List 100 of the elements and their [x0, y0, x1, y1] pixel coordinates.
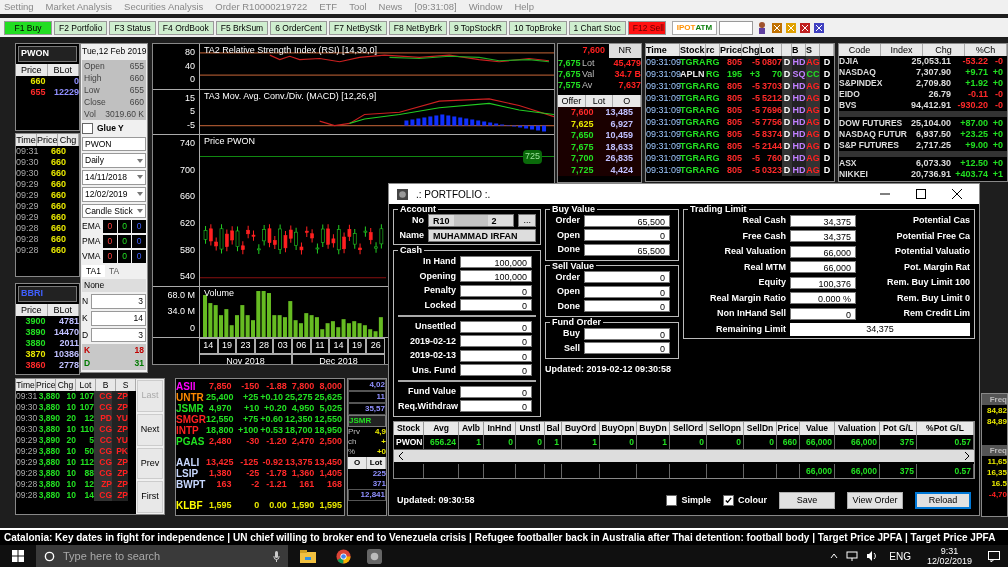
dialog-button[interactable]: Reload	[915, 492, 971, 509]
tool-icon[interactable]	[771, 21, 784, 34]
table-cell: ZP	[94, 479, 112, 490]
table-cell-text: 1,360	[290, 468, 316, 479]
toolbar-button[interactable]: F2 Portfolio	[54, 20, 108, 35]
number-field[interactable]: 3	[91, 327, 146, 343]
toolbar-button[interactable]: 9 TopStockR	[448, 20, 507, 35]
column-header: O	[623, 96, 631, 106]
lot-cell-text: 26,835	[604, 153, 634, 165]
table-cell: 09:31:09	[646, 152, 680, 164]
table-cell: 0323	[760, 164, 782, 176]
search-field[interactable]	[719, 20, 754, 35]
lot-cell-text: 4,424	[609, 164, 634, 176]
nav-button[interactable]: First	[137, 481, 163, 513]
lot-cell-text: 12229	[52, 86, 79, 98]
table-cell: TGRA	[680, 164, 706, 176]
dialog-button[interactable]: Save	[779, 492, 835, 509]
index-change: +9.00	[964, 140, 988, 151]
horizontal-scrollbar[interactable]	[394, 450, 974, 462]
table-cell-text: -30	[245, 436, 261, 447]
nav-button[interactable]: Next	[137, 413, 163, 446]
network-icon[interactable]	[846, 551, 859, 561]
checkbox[interactable]	[666, 495, 678, 506]
folder-icon[interactable]	[300, 549, 316, 563]
microphone-icon[interactable]	[273, 550, 280, 562]
index-percent: -0	[994, 56, 1004, 67]
field-label: Non InHand Sell	[716, 307, 786, 320]
account-number: 2	[491, 215, 497, 227]
account-dropdown[interactable]: R10 2	[428, 214, 515, 228]
nav-button[interactable]: Prev	[137, 447, 163, 480]
field-label: Prv	[348, 427, 360, 437]
number-field[interactable]: 3	[91, 294, 146, 309]
nr-button[interactable]: NR	[609, 44, 641, 58]
field-label: D	[84, 357, 91, 370]
chevron-up-icon[interactable]	[830, 553, 839, 559]
table-cell-text: 10	[65, 402, 76, 413]
stock-code: JSMR	[176, 403, 205, 414]
field-label: 2019-02-13	[408, 349, 456, 362]
field-label: Done	[556, 243, 580, 256]
axis-tick: 34.0 M	[167, 305, 195, 319]
table-cell-text: 0.00	[268, 500, 288, 511]
lot-cell-text: 13,485	[604, 107, 634, 119]
toolbar-button[interactable]: F1 Buy	[4, 20, 52, 35]
number-field[interactable]: 14	[91, 310, 146, 326]
value-field: 65,500	[584, 243, 670, 256]
index-name: NIKKEI	[839, 169, 869, 180]
group-title: Account	[399, 204, 437, 214]
price-cell-text: 7,650	[569, 130, 595, 142]
browse-button[interactable]: ...	[518, 214, 536, 228]
dropdown[interactable]: Daily	[82, 153, 146, 168]
language-indicator[interactable]: ENG	[889, 548, 911, 564]
speaker-icon[interactable]	[866, 551, 878, 561]
value-field: 0	[584, 327, 670, 340]
value-field: 0	[584, 271, 670, 284]
table-cell: CC	[94, 435, 112, 446]
tool-icon[interactable]	[799, 21, 812, 34]
toolbar-button[interactable]: F3 Status	[109, 20, 156, 35]
field-label: Av	[582, 80, 594, 91]
windows-start-icon[interactable]	[12, 550, 24, 562]
tool-icon[interactable]	[813, 21, 826, 34]
toolbar-button[interactable]: 1 Chart Stoc	[568, 20, 626, 35]
column-header: Lot	[79, 380, 92, 390]
dropdown[interactable]: None	[82, 279, 146, 292]
toolbar-button[interactable]: F7 NetByStk	[329, 20, 387, 35]
code-field[interactable]: PWON	[82, 136, 146, 152]
dialog-button[interactable]: View Order	[847, 492, 903, 509]
close-icon[interactable]	[951, 188, 963, 200]
value-field: 100,376	[790, 276, 856, 289]
field-label: Free Cash	[741, 229, 786, 243]
toolbar-button[interactable]: 6 OrderCent	[270, 20, 327, 35]
maximize-icon[interactable]	[915, 188, 927, 200]
value-field: 0	[460, 349, 532, 362]
field-label: Lot	[582, 58, 596, 69]
dropdown[interactable]: 14/11/2018	[82, 170, 146, 185]
tab[interactable]: TA1	[82, 264, 105, 278]
toolbar-button[interactable]: F4 OrdBook	[157, 20, 214, 35]
toolbar-button[interactable]: F8 NetByBrk	[388, 20, 447, 35]
search-input[interactable]: Type here to search	[63, 547, 265, 565]
table-cell-text: +0.53	[260, 425, 284, 436]
checkbox[interactable]	[82, 122, 93, 134]
toolbar-button[interactable]: 10 TopBroke	[508, 20, 567, 35]
chrome-icon[interactable]	[336, 548, 351, 564]
checkbox[interactable]	[723, 495, 734, 506]
field-label: Potential Cas	[912, 214, 970, 227]
value-field: 66,000	[790, 261, 856, 274]
column-header: Price	[37, 135, 57, 145]
toolbar-button[interactable]: F5 BrkSum	[215, 20, 269, 35]
name-dropdown[interactable]: MUHAMMAD IRFAN	[428, 228, 536, 242]
table-cell-text: +3	[748, 68, 760, 80]
taskbar-search[interactable]: Type here to search	[36, 545, 288, 567]
index-percent: +0	[991, 78, 1004, 89]
logo[interactable]: IPOTATM	[671, 20, 718, 35]
index-value: 25,053.11	[910, 56, 951, 67]
app-icon[interactable]	[367, 548, 382, 564]
clock[interactable]: 9:31 12/02/2019	[926, 546, 972, 566]
dropdown[interactable]: 12/02/2019	[82, 186, 146, 202]
notification-icon[interactable]	[988, 550, 1000, 562]
dropdown[interactable]: Candle Stick	[82, 203, 146, 219]
table-cell: 09:29	[16, 457, 36, 468]
table-cell: 09:28	[16, 479, 36, 490]
